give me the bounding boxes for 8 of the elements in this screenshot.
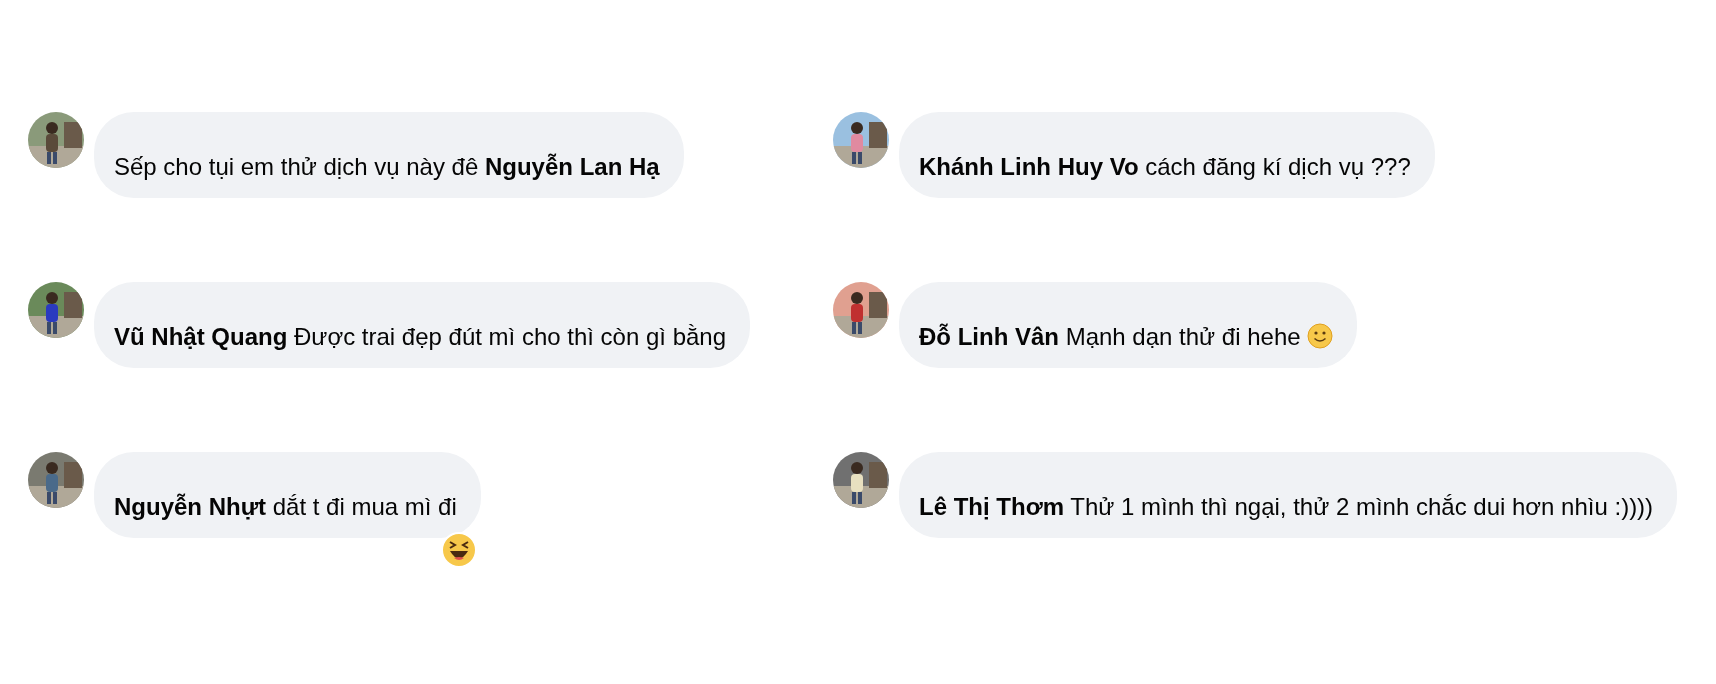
comment-text: Nguyễn Nhựt dắt t đi mua mì đi	[114, 493, 457, 520]
comment-text: Sếp cho tụi em thử dịch vụ này đê Nguyễn Lan Hạ	[114, 153, 660, 180]
comment-text: Đỗ Linh Vân Mạnh dạn thử đi hehe	[919, 323, 1301, 350]
comment-text: Lê Thị Thơm Thử 1 mình thì ngại, thử 2 mình chắc dui hơn nhìu :))))	[919, 493, 1654, 520]
smiling-face-icon	[1306, 323, 1333, 349]
comment-text: Vũ Nhật Quang Được trai đẹp đút mì cho thì còn gì bằng	[114, 323, 727, 350]
laughing-face-icon	[440, 532, 477, 568]
comment-text: Khánh Linh Huy Vo cách đăng kí dịch vụ ???	[919, 153, 1411, 180]
